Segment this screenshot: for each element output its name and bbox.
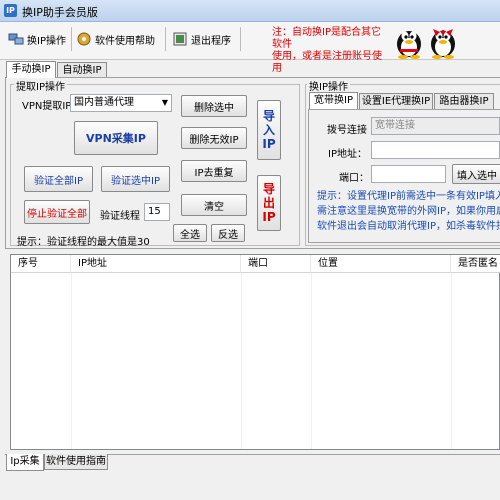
penguin-mascot-icon bbox=[426, 23, 460, 59]
dedupe-ip-button[interactable]: IP去重复 bbox=[181, 160, 247, 182]
extract-hint-text: 提示：验证线程的最大值是30 bbox=[17, 237, 150, 248]
toolbar-separator bbox=[165, 27, 166, 51]
extract-ip-group-title: 提取IP操作 bbox=[14, 78, 67, 93]
notice-line: 注：自动换IP是配合其它软件 bbox=[272, 27, 381, 50]
tip-line: 需注意这里是换宽带的外网IP，如果你用启 bbox=[317, 206, 500, 217]
tab-ip-collect[interactable]: Ip采集 bbox=[6, 454, 44, 471]
toolbar-label: 软件使用帮助 bbox=[95, 35, 155, 47]
vpn-type-select[interactable]: 国内普通代理 ▼ bbox=[70, 94, 172, 112]
verify-threads-label: 验证线程 bbox=[100, 211, 140, 222]
tab-broadband-switch[interactable]: 宽带换IP bbox=[309, 92, 358, 109]
tab-router-switch[interactable]: 路由器换IP bbox=[434, 93, 494, 109]
toolbar-label: 换IP操作 bbox=[27, 35, 66, 47]
column-header-port[interactable]: 端口 bbox=[241, 255, 311, 273]
tip-line: 提示：设置代理IP前需选中一条有效IP填入 bbox=[317, 191, 500, 202]
verify-threads-input[interactable]: 15 bbox=[144, 203, 170, 221]
toolbar-label: 退出程序 bbox=[191, 35, 231, 47]
ip-list-table[interactable]: 序号 IP地址 端口 位置 是否匿名 bbox=[10, 254, 500, 450]
grid-line bbox=[451, 273, 452, 449]
column-header-location[interactable]: 位置 bbox=[311, 255, 451, 273]
delete-invalid-button[interactable]: 删除无效IP bbox=[181, 127, 247, 149]
vpn-type-select-value: 国内普通代理 bbox=[74, 97, 134, 108]
vpn-collect-button[interactable]: VPN采集IP bbox=[74, 121, 158, 155]
ip-address-label: IP地址： bbox=[328, 149, 367, 160]
grid-line bbox=[241, 273, 242, 449]
tab-ie-proxy-switch[interactable]: 设置IE代理换IP bbox=[359, 93, 433, 109]
column-header-ip[interactable]: IP地址 bbox=[71, 255, 241, 273]
clear-button[interactable]: 清空 bbox=[181, 194, 247, 216]
verify-all-button[interactable]: 验证全部IP bbox=[24, 166, 93, 192]
vpn-extract-label: VPN提取IP bbox=[22, 101, 72, 112]
toolbar-help-button[interactable]: 软件使用帮助 bbox=[76, 28, 155, 50]
toolbar-switch-ip-button[interactable]: 换IP操作 bbox=[8, 28, 66, 50]
select-all-button[interactable]: 全选 bbox=[173, 224, 207, 242]
help-gear-icon bbox=[76, 31, 92, 47]
column-header-index[interactable]: 序号 bbox=[11, 255, 71, 273]
port-label: 端口： bbox=[339, 173, 369, 184]
invert-selection-button[interactable]: 反选 bbox=[211, 224, 245, 242]
tab-usage-guide[interactable]: 软件使用指南 bbox=[44, 454, 108, 470]
chevron-down-icon: ▼ bbox=[161, 98, 168, 107]
notice-text: 注：自动换IP是配合其它软件 使用，或者是注册账号使用 bbox=[272, 27, 390, 75]
tab-auto-switch[interactable]: 自动换IP bbox=[57, 62, 107, 78]
window-title: 换IP助手会员版 bbox=[22, 6, 98, 19]
stop-verify-all-button[interactable]: 停止验证全部 bbox=[24, 200, 90, 224]
exit-icon bbox=[172, 31, 188, 47]
grid-line bbox=[311, 273, 312, 449]
toolbar-separator bbox=[71, 27, 72, 51]
switch-ip-group-title: 换IP操作 bbox=[307, 78, 350, 93]
tip-line: 软件退出会自动取消代理IP，如杀毒软件拦 bbox=[317, 221, 500, 232]
export-ip-button[interactable]: 导出IP bbox=[257, 175, 281, 231]
dial-connection-field[interactable]: 宽带连接 bbox=[371, 117, 500, 135]
tab-manual-switch[interactable]: 手动换IP bbox=[6, 61, 56, 78]
toolbar-separator bbox=[240, 27, 241, 51]
verify-selected-button[interactable]: 验证选中IP bbox=[101, 166, 170, 192]
app-icon: IP bbox=[4, 4, 17, 17]
port-input[interactable] bbox=[371, 165, 446, 183]
import-ip-button[interactable]: 导入IP bbox=[257, 100, 281, 160]
ip-address-input[interactable] bbox=[371, 141, 500, 159]
grid-line bbox=[71, 273, 72, 449]
switch-tip-text: 提示：设置代理IP前需选中一条有效IP填入 需注意这里是换宽带的外网IP，如果你… bbox=[317, 189, 500, 234]
column-header-anonymous[interactable]: 是否匿名 bbox=[451, 255, 500, 273]
network-icon bbox=[8, 31, 24, 47]
notice-line: 使用，或者是注册账号使用 bbox=[272, 51, 382, 74]
title-bar: IP 换IP助手会员版 bbox=[0, 0, 500, 22]
toolbar-exit-button[interactable]: 退出程序 bbox=[172, 28, 231, 50]
delete-selected-button[interactable]: 删除选中 bbox=[181, 95, 247, 117]
dial-connection-label: 拨号连接 bbox=[327, 125, 367, 136]
penguin-mascot-icon bbox=[392, 23, 426, 59]
fill-selected-button[interactable]: 填入选中 bbox=[452, 164, 500, 184]
